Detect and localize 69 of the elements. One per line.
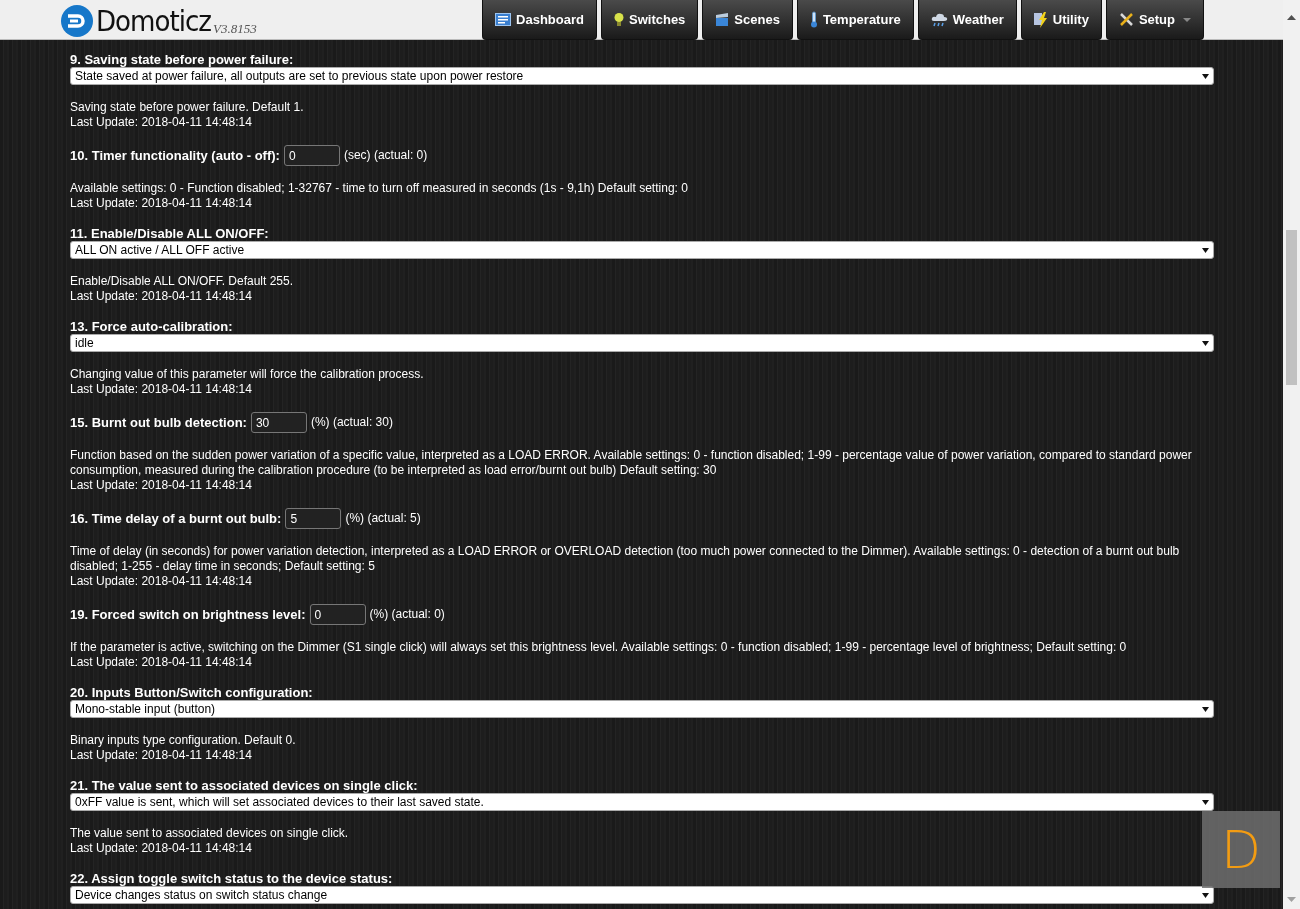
nav-button[interactable]: Switches — [601, 0, 699, 40]
lightbulb-icon — [614, 11, 624, 28]
rain-cloud-icon — [930, 12, 948, 27]
unit-text: (%) (actual: 30) — [310, 415, 393, 430]
lightning-bolt-icon — [1033, 11, 1048, 28]
description-text: Available settings: 0 - Function disabled; 1-32767 - time to turn off measured in seconds (1s - 9,1h) Default setting: 0 — [70, 181, 689, 196]
nav-button[interactable]: Weather — [917, 0, 1017, 40]
unit-text: (%) (actual: 0) — [369, 607, 445, 622]
last-update-text: Last Update: 2018-04-11 14:48:14 — [70, 478, 253, 493]
last-update-text: Last Update: 2018-04-11 14:48:14 — [70, 655, 253, 670]
last-update-text: Last Update: 2018-04-11 14:48:14 — [70, 574, 253, 589]
setting-label: 16. Time delay of a burnt out bulb: — [70, 511, 282, 526]
setting-label: 22. Assign toggle switch status to the device status: — [70, 871, 394, 886]
caret-icon — [1202, 706, 1209, 712]
description-text: Binary inputs type configuration. Default 0. — [70, 733, 297, 748]
setting-label: 9. Saving state before power failure: — [70, 52, 295, 67]
last-update-text: Last Update: 2018-04-11 14:48:14 — [70, 382, 253, 397]
setting-label: 10. Timer functionality (auto - off): — [70, 148, 280, 163]
description-text: Function based on the sudden power variation of a specific value, interpreted as a LOAD ERROR. Available settings: 0 - function disabled; 1-99 - percentage value of power variation, compared to standard power consumption, measured during the calibration procedure (to be interpreted as load error/burnt out bulb) Default setting: 30 — [70, 448, 1193, 478]
dashboard-icon — [495, 13, 512, 26]
caret-icon — [1202, 73, 1209, 79]
setting-label: 20. Inputs Button/Switch configuration: — [70, 685, 314, 700]
description-text: Enable/Disable ALL ON/OFF. Default 255. — [70, 274, 294, 289]
caret-icon — [1183, 17, 1191, 22]
dropdown-select[interactable]: ALL ON active / ALL OFF active — [70, 241, 1214, 259]
dropdown-select[interactable]: idle — [70, 334, 1214, 352]
number-input[interactable]: 5 — [285, 508, 342, 529]
nav-button[interactable]: Temperature — [796, 0, 914, 40]
last-update-text: Last Update: 2018-04-11 14:48:14 — [70, 115, 253, 130]
version-text: V3.8153 — [212, 20, 257, 38]
thermometer-icon — [809, 11, 818, 28]
scrollbar-thumb[interactable] — [1286, 230, 1297, 385]
nav-button[interactable]: Setup — [1105, 0, 1204, 40]
caret-icon — [1202, 892, 1209, 898]
caret-icon — [1202, 799, 1209, 805]
scroll-up-icon[interactable] — [1287, 15, 1296, 20]
unit-text: (sec) (actual: 0) — [343, 148, 428, 163]
setting-label: 21. The value sent to associated devices on single click: — [70, 778, 419, 793]
logo-text: Domoticz — [96, 4, 211, 38]
clapperboard-icon — [715, 12, 730, 27]
setting-label: 15. Burnt out bulb detection: — [70, 415, 247, 430]
last-update-text: Last Update: 2018-04-11 14:48:14 — [70, 748, 253, 763]
caret-icon — [1202, 340, 1209, 346]
number-input[interactable]: 0 — [309, 604, 366, 625]
unit-text: (%) (actual: 5) — [345, 511, 421, 526]
crossed-tools-icon — [1118, 12, 1134, 27]
description-text: Saving state before power failure. Default 1. — [70, 100, 305, 115]
number-input[interactable]: 0 — [283, 145, 340, 166]
nav-button[interactable]: Dashboard — [482, 0, 597, 40]
logo-icon — [60, 4, 94, 38]
dropdown-select[interactable]: Mono-stable input (button) — [70, 700, 1214, 718]
dropdown-select[interactable]: 0xFF value is sent, which will set associated devices to their last saved state. — [70, 793, 1214, 811]
description-text: Time of delay (in seconds) for power variation detection, interpreted as a LOAD ERROR or OVERLOAD detection (too much power connected to the Dimmer). Available settings: 0 - detection of a burnt out bulb disabled; 1-255 - delay time in seconds; Default setting: 5 — [70, 544, 1181, 574]
description-text: The value sent to associated devices on single click. — [70, 826, 350, 841]
description-text: If the parameter is active, switching on the Dimmer (S1 single click) will always set this brightness level. Available settings: 0 - function disabled; 1-99 - percentage level of brightness; Default setting: 0 — [70, 640, 1128, 655]
last-update-text: Last Update: 2018-04-11 14:48:14 — [70, 196, 253, 211]
last-update-text: Last Update: 2018-04-11 14:48:14 — [70, 289, 253, 304]
last-update-text: Last Update: 2018-04-11 14:48:14 — [70, 841, 253, 856]
nav-button[interactable]: Scenes — [702, 0, 793, 40]
setting-label: 13. Force auto-calibration: — [70, 319, 234, 334]
caret-icon — [1202, 247, 1209, 253]
number-input[interactable]: 30 — [250, 412, 307, 433]
dropdown-select[interactable]: Device changes status on switch status change — [70, 886, 1214, 904]
description-text: Changing value of this parameter will force the calibration process. — [70, 367, 425, 382]
setting-label: 19. Forced switch on brightness level: — [70, 607, 306, 622]
nav-button[interactable]: Utility — [1020, 0, 1102, 40]
dropdown-select[interactable]: State saved at power failure, all outputs are set to previous state upon power restore — [70, 67, 1214, 85]
scroll-down-icon[interactable] — [1287, 897, 1296, 902]
setting-label: 11. Enable/Disable ALL ON/OFF: — [70, 226, 270, 241]
